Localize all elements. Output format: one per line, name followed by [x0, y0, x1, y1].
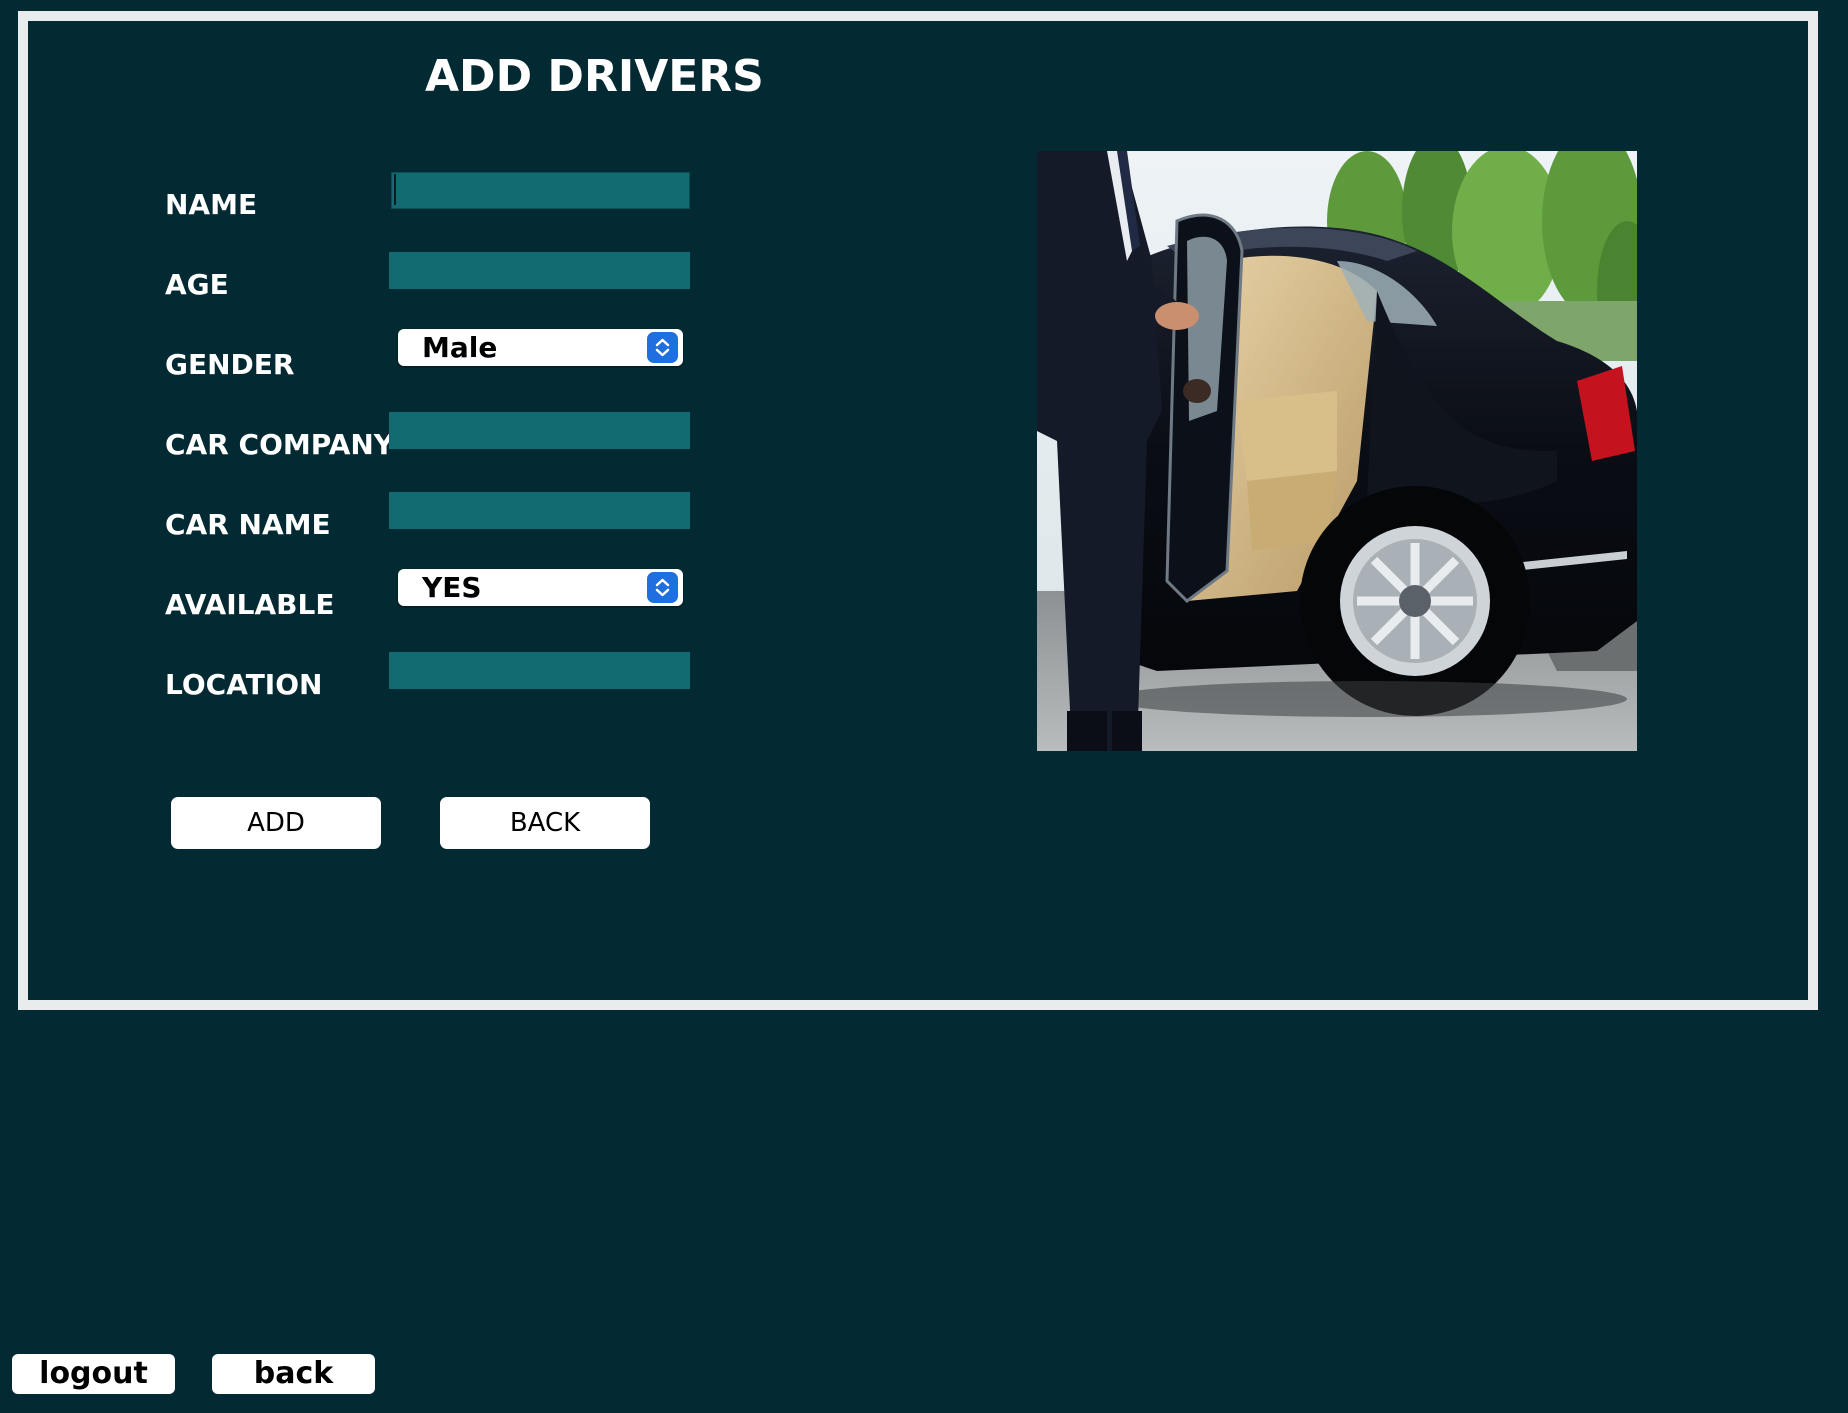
up-down-chevron-icon — [647, 332, 678, 363]
text-caret — [394, 174, 396, 205]
gender-select-value: Male — [422, 331, 498, 364]
car-company-field[interactable] — [389, 412, 690, 449]
car-name-field[interactable] — [389, 492, 690, 529]
back-button[interactable]: BACK — [440, 797, 650, 849]
location-field[interactable] — [389, 652, 690, 689]
available-select-value: YES — [422, 571, 482, 604]
add-drivers-panel: ADD DRIVERS NAME AGE GENDER Male CAR COM… — [18, 11, 1818, 1010]
age-field[interactable] — [389, 252, 690, 289]
gender-select[interactable]: Male — [398, 329, 683, 366]
chauffeur-opening-car-door-image — [1037, 151, 1637, 751]
chauffeur-car-image — [1037, 151, 1637, 751]
car-name-label: CAR NAME — [165, 508, 331, 541]
available-label: AVAILABLE — [165, 588, 335, 621]
available-select[interactable]: YES — [398, 569, 683, 606]
age-label: AGE — [165, 268, 229, 301]
location-label: LOCATION — [165, 668, 323, 701]
add-button[interactable]: ADD — [171, 797, 381, 849]
page-title: ADD DRIVERS — [425, 51, 764, 102]
up-down-chevron-icon — [647, 572, 678, 603]
name-field[interactable] — [389, 172, 690, 209]
name-label: NAME — [165, 188, 258, 221]
footer-back-button[interactable]: back — [212, 1354, 375, 1394]
logout-button[interactable]: logout — [12, 1354, 175, 1394]
gender-label: GENDER — [165, 348, 295, 381]
car-company-label: CAR COMPANY — [165, 428, 395, 461]
